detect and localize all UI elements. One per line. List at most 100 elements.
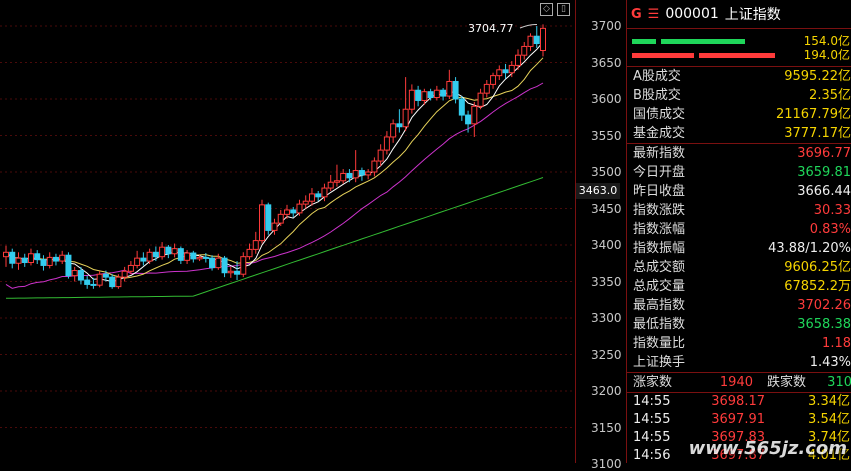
down-count-value: 310 [827,375,851,390]
stat-row: 今日开盘 3659.81 [627,163,851,182]
candle-body [215,257,222,269]
candle-body [321,187,328,198]
trade-amount: 3.34亿 [808,394,850,409]
quote-panel: G ☰ 000001 上证指数 154.0亿 194.0亿 A股成交 9595.2… [626,0,851,463]
stat-row: 最低指数 3658.38 [627,315,851,334]
flow-row-out: 194.0亿 [627,48,851,62]
candle-body [340,172,347,182]
up-count-value: 1940 [719,375,753,390]
window-icon[interactable]: ▯ [557,3,570,16]
stat-value: 3658.38 [797,317,851,332]
peak-arrow [519,23,538,29]
candle-body [115,276,122,288]
stat-label: 基金成交 [633,126,686,141]
candle-body [15,257,22,264]
stat-label: 今日开盘 [633,165,686,180]
y-tick-label: 3100 [591,457,622,471]
diamond-icon[interactable]: ◇ [540,3,553,16]
stat-label: 上证换手 [633,355,686,370]
candle-body [84,279,91,285]
candle-body [227,270,234,274]
kline-chart[interactable]: 3704.77 ◇ ▯ [0,0,575,465]
trade-row: 14:55 3698.17 3.34亿 [627,393,851,411]
stat-label: 指数量比 [633,336,686,351]
trade-time: 14:55 [633,412,671,427]
y-tick-label: 3350 [591,274,622,289]
candle-body [302,200,309,205]
candle-body [159,246,166,258]
stat-row: B股成交 2.35亿 [627,86,851,105]
up-count-label: 涨家数 [633,375,673,390]
candle-body [127,264,134,272]
stat-label: 昨日收盘 [633,184,686,199]
candle-body [377,149,384,162]
updown-row: 涨家数 1940 跌家数 310 [627,373,851,392]
stat-label: 国债成交 [633,107,686,122]
candle-body [246,248,253,258]
stat-value: 3666.44 [797,184,851,199]
candle-body [140,257,147,262]
candle-body [408,89,415,110]
candle-body [240,256,247,275]
trade-time: 14:55 [633,430,671,445]
candle-body [3,251,9,258]
candle-body [283,209,290,215]
g-icon[interactable]: G [631,7,642,22]
candle-body [296,203,303,214]
stat-row: 最高指数 3702.26 [627,296,851,315]
stat-label: 指数涨跌 [633,203,686,218]
candle-body [190,252,197,260]
kline-svg [0,23,575,465]
candle-body [502,69,509,74]
candle-body [333,180,340,183]
stat-label: 指数振幅 [633,241,686,256]
stat-label: 指数涨幅 [633,222,686,237]
y-tick-label: 3600 [591,92,622,106]
candle-body [252,240,259,250]
y-tick-label: 3300 [591,311,622,325]
stat-value: 3696.77 [797,146,851,161]
stat-row: 指数量比 1.18 [627,334,851,353]
candle-body [109,276,116,288]
index-name: 上证指数 [724,7,781,23]
index-stats-section: 最新指数 3696.77 今日开盘 3659.81 昨日收盘 3666.44 指数涨跌 30.… [627,144,851,372]
stat-value: 2.35亿 [809,88,851,103]
stat-row: 最新指数 3696.77 [627,144,851,163]
trade-time: 14:55 [633,394,671,409]
stat-row: 总成交量 67852.2万 [627,277,851,296]
candle-body [515,54,522,66]
candle-body [96,273,103,286]
candle-body [221,257,228,274]
candle-body [358,170,365,176]
candle-body [196,256,203,260]
stat-value: 43.88/1.20% [768,241,851,256]
stat-row: A股成交 9595.22亿 [627,67,851,86]
candle-body [390,123,397,138]
index-code: 000001 [665,6,719,22]
stat-row: 指数涨幅 0.83% [627,220,851,239]
candle-body [371,160,378,173]
y-tick-label: 3150 [591,420,622,435]
candle-body [65,254,72,277]
candle-body [277,213,284,224]
menu-icon[interactable]: ☰ [648,7,660,22]
y-tick-label: 3550 [591,128,622,143]
candle-body [383,136,390,151]
candle-body [490,75,497,85]
flow-value-out: 194.0亿 [803,48,850,62]
candle-body [259,204,266,242]
candle-body [496,69,503,77]
down-count-label: 跌家数 [767,375,807,390]
flow-value-in: 154.0亿 [803,34,850,48]
candle-body [202,256,209,259]
flow-bar-out-2 [699,53,775,58]
candle-body [346,172,353,179]
candle-body [34,253,41,261]
y-tick-label: 3450 [591,201,622,216]
stat-value: 9606.25亿 [784,260,851,275]
stat-row: 总成交额 9606.25亿 [627,258,851,277]
stat-row: 昨日收盘 3666.44 [627,182,851,201]
candle-body [508,64,515,74]
candle-body [421,91,428,101]
candle-body [265,204,272,231]
